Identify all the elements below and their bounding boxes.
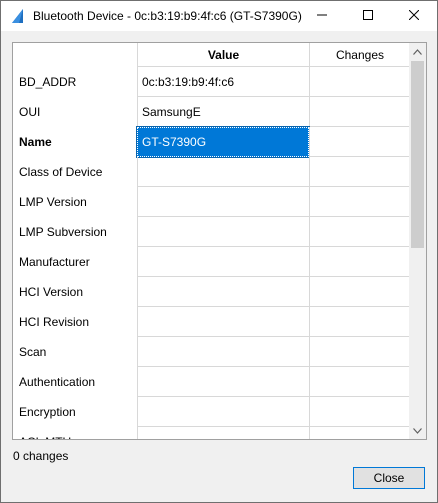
- maximize-icon: [363, 9, 373, 23]
- status-text: 0 changes: [13, 449, 69, 463]
- row-value[interactable]: [137, 277, 309, 307]
- row-label: OUI: [19, 105, 41, 119]
- row-label: LMP Subversion: [19, 225, 107, 239]
- bluetooth-sail-icon: [9, 7, 27, 25]
- row-label: Name: [19, 135, 52, 149]
- row-label: Manufacturer: [19, 255, 90, 269]
- scroll-down-button[interactable]: [409, 422, 426, 439]
- table-row[interactable]: Name GT-S7390G: [13, 126, 410, 158]
- row-value[interactable]: [137, 157, 309, 187]
- row-label: Authentication: [19, 375, 96, 389]
- table-row[interactable]: Class of Device: [13, 157, 410, 187]
- row-label: BD_ADDR: [19, 75, 77, 89]
- table-row[interactable]: HCI Version: [13, 277, 410, 307]
- table-row[interactable]: Authentication: [13, 367, 410, 397]
- table-row[interactable]: Manufacturer: [13, 247, 410, 277]
- row-value[interactable]: [137, 307, 309, 337]
- header-label: [13, 43, 137, 67]
- row-value[interactable]: [137, 217, 309, 247]
- row-label: HCI Revision: [19, 315, 90, 329]
- grid-header-row: Value Changes: [13, 43, 410, 67]
- scrollbar-thumb[interactable]: [411, 61, 424, 248]
- row-value[interactable]: [137, 337, 309, 367]
- row-changes[interactable]: [309, 67, 410, 97]
- chevron-up-icon: [413, 47, 422, 57]
- table-row[interactable]: LMP Version: [13, 187, 410, 217]
- scroll-up-button[interactable]: [409, 43, 426, 60]
- row-value[interactable]: [137, 367, 309, 397]
- row-value[interactable]: SamsungE: [137, 97, 309, 127]
- row-label: HCI Version: [19, 285, 84, 299]
- row-label: Encryption: [19, 405, 76, 419]
- table-row[interactable]: OUI SamsungE: [13, 97, 410, 127]
- row-value[interactable]: [137, 247, 309, 277]
- table-row[interactable]: BD_ADDR 0c:b3:19:b9:4f:c6: [13, 67, 410, 97]
- header-value[interactable]: Value: [137, 43, 309, 67]
- chevron-down-icon: [413, 426, 422, 436]
- row-changes[interactable]: [309, 307, 410, 337]
- header-changes[interactable]: Changes: [309, 43, 410, 67]
- row-label: Class of Device: [19, 165, 103, 179]
- table-row[interactable]: Encryption: [13, 397, 410, 427]
- vertical-scrollbar[interactable]: [409, 43, 426, 439]
- table-row[interactable]: Scan: [13, 337, 410, 367]
- row-changes[interactable]: [309, 337, 410, 367]
- row-value[interactable]: GT-S7390G: [136, 126, 310, 158]
- row-changes[interactable]: [309, 127, 410, 157]
- row-label: Scan: [19, 345, 47, 359]
- row-changes[interactable]: [309, 397, 410, 427]
- row-changes[interactable]: [309, 157, 410, 187]
- row-value[interactable]: [137, 427, 309, 439]
- row-changes[interactable]: [309, 247, 410, 277]
- table-row[interactable]: HCI Revision: [13, 307, 410, 337]
- table-row[interactable]: ACL MTU: [13, 427, 410, 439]
- row-changes[interactable]: [309, 427, 410, 439]
- table-row[interactable]: LMP Subversion: [13, 217, 410, 247]
- row-changes[interactable]: [309, 97, 410, 127]
- minimize-icon: [317, 9, 327, 23]
- close-window-button[interactable]: [391, 1, 437, 31]
- title-bar[interactable]: Bluetooth Device - 0c:b3:19:b9:4f:c6 (GT…: [1, 1, 437, 31]
- row-label: LMP Version: [19, 195, 87, 209]
- window-title: Bluetooth Device - 0c:b3:19:b9:4f:c6 (GT…: [33, 9, 302, 23]
- row-value[interactable]: 0c:b3:19:b9:4f:c6: [137, 67, 309, 97]
- row-value[interactable]: [137, 397, 309, 427]
- minimize-button[interactable]: [299, 1, 345, 31]
- properties-grid[interactable]: Value Changes BD_ADDR 0c:b3:19:b9:4f:c6 OU…: [12, 42, 427, 440]
- maximize-button[interactable]: [345, 1, 391, 31]
- row-changes[interactable]: [309, 217, 410, 247]
- bluetooth-device-window: Bluetooth Device - 0c:b3:19:b9:4f:c6 (GT…: [0, 0, 438, 503]
- row-changes[interactable]: [309, 367, 410, 397]
- close-button-label: Close: [373, 471, 405, 485]
- row-changes[interactable]: [309, 277, 410, 307]
- row-changes[interactable]: [309, 187, 410, 217]
- close-icon: [408, 9, 420, 23]
- close-button[interactable]: Close: [353, 467, 425, 489]
- row-label: ACL MTU: [13, 427, 137, 439]
- row-value[interactable]: [137, 187, 309, 217]
